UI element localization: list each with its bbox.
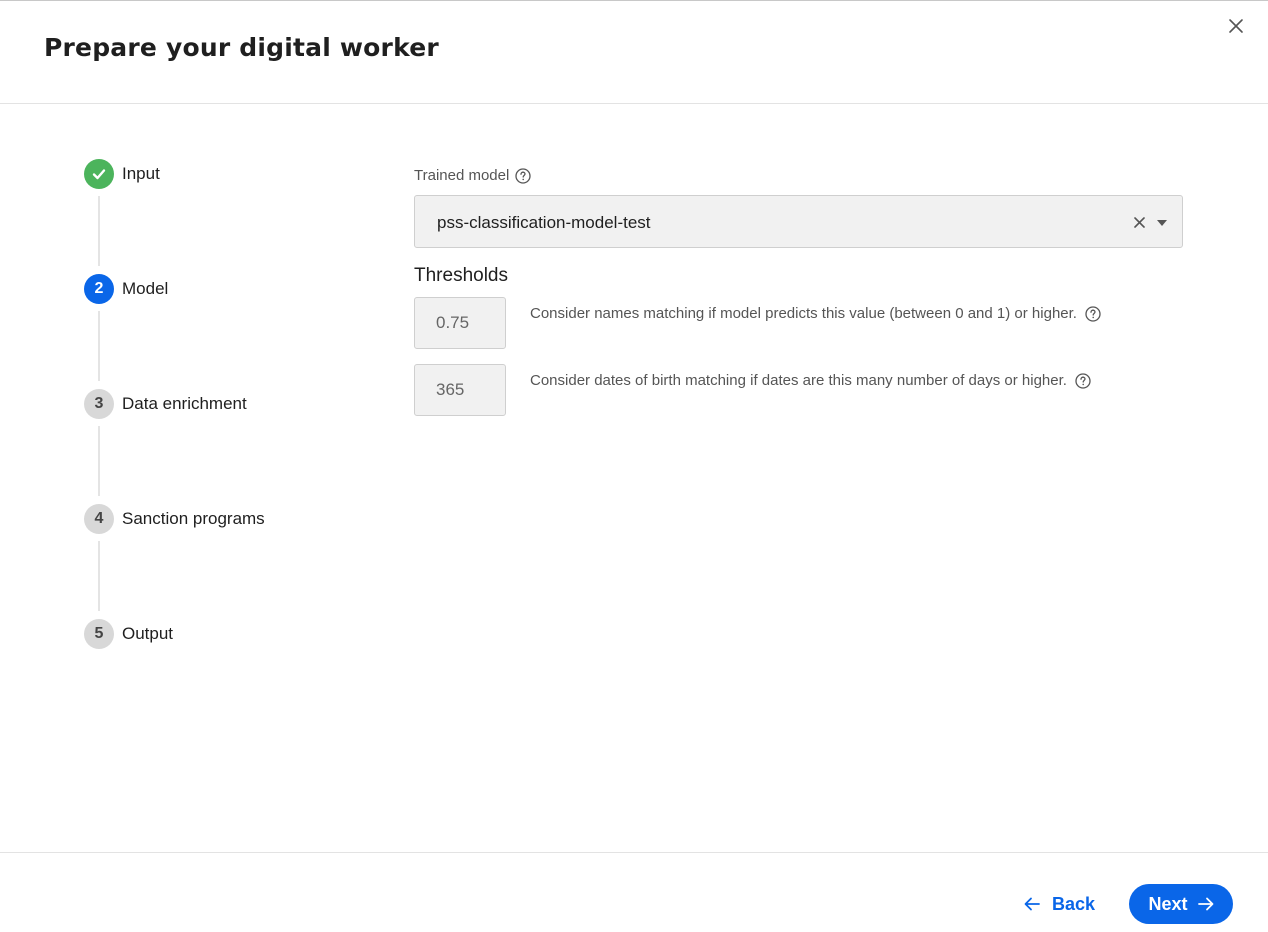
name-match-description-text: Consider names matching if model predict… bbox=[530, 305, 1077, 322]
step-sanction-programs[interactable]: 4 Sanction programs bbox=[84, 503, 265, 535]
stepper: Input 2 Model 3 Data enrichment 4 Sancti… bbox=[84, 158, 344, 658]
close-button[interactable] bbox=[1224, 14, 1248, 38]
dob-match-description-text: Consider dates of birth matching if date… bbox=[530, 372, 1067, 389]
trained-model-label-text: Trained model bbox=[414, 167, 510, 184]
arrow-left-icon bbox=[1024, 897, 1040, 911]
help-icon[interactable] bbox=[1075, 372, 1091, 389]
help-icon[interactable] bbox=[515, 167, 531, 184]
step-label: Model bbox=[122, 279, 169, 298]
step-model[interactable]: 2 Model bbox=[84, 273, 168, 305]
step-label: Output bbox=[122, 624, 174, 643]
next-button[interactable]: Next bbox=[1129, 884, 1233, 924]
trained-model-value: pss-classification-model-test bbox=[437, 213, 651, 232]
thresholds-title: Thresholds bbox=[414, 265, 508, 286]
dialog-title: Prepare your digital worker bbox=[44, 33, 439, 62]
step-input[interactable]: Input bbox=[84, 158, 160, 190]
step-complete-badge bbox=[84, 159, 114, 189]
clear-icon bbox=[1133, 216, 1145, 228]
step-label: Sanction programs bbox=[122, 509, 265, 528]
step-number: 5 bbox=[84, 619, 114, 649]
trained-model-select[interactable]: pss-classification-model-test bbox=[414, 195, 1183, 248]
next-label: Next bbox=[1148, 893, 1188, 914]
back-button[interactable]: Back bbox=[1024, 884, 1095, 924]
clear-selection-button[interactable] bbox=[1130, 213, 1148, 231]
step-connector bbox=[98, 311, 100, 381]
step-output[interactable]: 5 Output bbox=[84, 618, 173, 650]
dob-match-threshold-input[interactable] bbox=[414, 364, 506, 416]
step-connector bbox=[98, 541, 100, 611]
dob-match-description: Consider dates of birth matching if date… bbox=[530, 372, 1091, 389]
step-connector bbox=[98, 196, 100, 266]
dialog-header: Prepare your digital worker bbox=[0, 0, 1268, 104]
step-connector bbox=[98, 426, 100, 496]
step-number: 4 bbox=[84, 504, 114, 534]
name-match-description: Consider names matching if model predict… bbox=[530, 305, 1101, 322]
step-data-enrichment[interactable]: 3 Data enrichment bbox=[84, 388, 247, 420]
check-icon bbox=[92, 169, 106, 180]
back-label: Back bbox=[1052, 893, 1096, 914]
caret-down-icon[interactable] bbox=[1155, 218, 1169, 228]
step-label: Data enrichment bbox=[122, 394, 247, 413]
step-label: Input bbox=[122, 164, 160, 183]
step-number: 3 bbox=[84, 389, 114, 419]
step-number: 2 bbox=[84, 274, 114, 304]
help-icon[interactable] bbox=[1085, 305, 1101, 322]
name-match-threshold-input[interactable] bbox=[414, 297, 506, 349]
arrow-right-icon bbox=[1197, 897, 1214, 911]
trained-model-label: Trained model bbox=[414, 167, 531, 184]
close-icon bbox=[1229, 19, 1243, 33]
